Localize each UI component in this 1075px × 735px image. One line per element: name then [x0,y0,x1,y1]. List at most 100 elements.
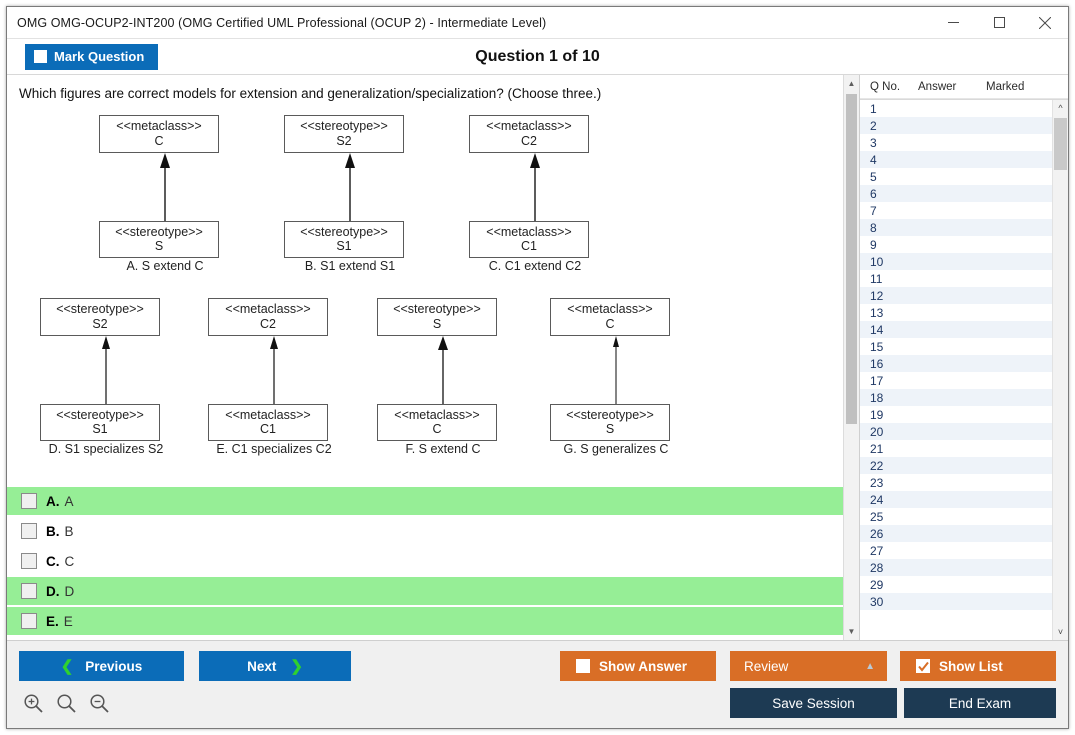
row-qno: 19 [870,407,884,422]
scroll-up-icon[interactable]: ▲ [844,75,859,92]
show-list-checkbox-icon[interactable] [916,659,930,673]
answer-options: A. A B. B C. C D. D E. E [7,483,859,635]
question-list-row[interactable]: 4 [860,151,1052,168]
next-button[interactable]: Next ❯ [199,651,351,681]
question-list-row[interactable]: 24 [860,491,1052,508]
row-qno: 9 [870,237,877,252]
question-list-row[interactable]: 10 [860,253,1052,270]
option-e[interactable]: E. E [7,607,859,635]
question-list-row[interactable]: 17 [860,372,1052,389]
show-answer-checkbox-icon[interactable] [576,659,590,673]
review-dropdown[interactable]: Review ▲ [730,651,887,681]
maximize-button[interactable] [976,7,1022,38]
figure-f-top-box: <<stereotype>> S [377,298,497,336]
figure-c-caption: C. C1 extend C2 [488,259,582,273]
next-label: Next [247,658,277,674]
end-exam-button[interactable]: End Exam [904,688,1056,718]
minimize-button[interactable] [930,7,976,38]
question-list-row[interactable]: 11 [860,270,1052,287]
question-list-row[interactable]: 22 [860,457,1052,474]
figure-row-1: <<metaclass>> C <<stereotype>> S A. S ex… [7,109,859,294]
question-list-row[interactable]: 2 [860,117,1052,134]
option-d[interactable]: D. D [7,577,859,605]
question-list-scroll-thumb[interactable] [1054,118,1067,170]
list-scroll-down-icon[interactable]: ˅ [1053,624,1068,640]
figure-g-bottom-name: S [605,422,615,437]
previous-button[interactable]: ❮ Previous [19,651,184,681]
row-qno: 15 [870,339,884,354]
figure-e: <<metaclass>> C2 <<metaclass>> C1 E. C1 … [208,298,340,456]
question-list-row[interactable]: 20 [860,423,1052,440]
question-list-row[interactable]: 18 [860,389,1052,406]
question-list-row[interactable]: 21 [860,440,1052,457]
figure-a-generalization-arrow [99,152,231,221]
question-list-row[interactable]: 16 [860,355,1052,372]
scroll-down-icon[interactable]: ▼ [844,623,859,640]
question-list-scrollbar[interactable]: ^ ˅ [1052,100,1068,640]
question-list-row[interactable]: 5 [860,168,1052,185]
option-b[interactable]: B. B [7,517,859,545]
question-list-row[interactable]: 27 [860,542,1052,559]
question-list-row[interactable]: 6 [860,185,1052,202]
question-list-row[interactable]: 19 [860,406,1052,423]
option-b-checkbox[interactable] [21,523,37,539]
row-qno: 13 [870,305,884,320]
show-answer-button[interactable]: Show Answer [560,651,716,681]
option-a-text: A [64,493,74,509]
question-list-row[interactable]: 12 [860,287,1052,304]
question-list-row[interactable]: 3 [860,134,1052,151]
figure-d-caption: D. S1 specializes S2 [48,442,164,456]
question-list-row[interactable]: 26 [860,525,1052,542]
figure-c-bottom-box: <<metaclass>> C1 [469,220,589,258]
question-list-row[interactable]: 14 [860,321,1052,338]
list-scroll-up-icon[interactable]: ^ [1053,100,1068,116]
option-d-checkbox[interactable] [21,583,37,599]
zoom-reset-icon[interactable] [56,693,77,719]
option-a[interactable]: A. A [7,487,859,515]
row-qno: 26 [870,526,884,541]
question-list-row[interactable]: 13 [860,304,1052,321]
close-icon [1039,16,1051,29]
mark-question-checkbox-icon[interactable] [34,50,47,63]
row-qno: 12 [870,288,884,303]
question-list-row[interactable]: 30 [860,593,1052,610]
figure-e-top-stereotype: <<metaclass>> [225,302,311,316]
question-list-row[interactable]: 28 [860,559,1052,576]
option-a-checkbox[interactable] [21,493,37,509]
question-list-row[interactable]: 15 [860,338,1052,355]
question-list-row[interactable]: 23 [860,474,1052,491]
figure-g-bottom-stereotype: <<stereotype>> [566,407,654,422]
question-list-row[interactable]: 29 [860,576,1052,593]
save-session-button[interactable]: Save Session [730,688,897,718]
end-exam-label: End Exam [948,695,1012,711]
question-list-row[interactable]: 1 [860,100,1052,117]
question-list-row[interactable]: 9 [860,236,1052,253]
row-qno: 11 [870,271,883,286]
figure-d-bottom-stereotype: <<stereotype>> [56,407,144,422]
figure-b: <<stereotype>> S2 <<stereotype>> S1 B. S… [284,115,416,273]
option-c[interactable]: C. C [7,547,859,575]
question-pane-scroll-thumb[interactable] [846,94,857,424]
option-c-checkbox[interactable] [21,553,37,569]
zoom-out-icon[interactable] [89,693,110,719]
close-button[interactable] [1022,7,1068,38]
mark-question-button[interactable]: Mark Question [25,43,159,70]
show-list-button[interactable]: Show List [900,651,1056,681]
figure-a-top-name: C [154,133,164,148]
figure-b-generalization-arrow [284,152,416,221]
figure-b-bottom-stereotype: <<stereotype>> [300,224,388,239]
column-header-qno: Q No. [870,80,901,93]
option-e-letter: E. [46,613,59,629]
question-list-row[interactable]: 7 [860,202,1052,219]
figure-a-top-stereotype: <<metaclass>> [116,119,202,133]
question-pane-scrollbar[interactable]: ▲ ▼ [843,75,859,640]
footer-toolbar: ❮ Previous Next ❯ Show Answer Review ▲ S… [7,640,1068,728]
zoom-in-icon[interactable] [23,693,44,719]
figure-c-bottom-name: C1 [521,239,537,254]
question-list-row[interactable]: 25 [860,508,1052,525]
figure-d-top-name: S2 [92,316,108,331]
option-e-checkbox[interactable] [21,613,37,629]
figure-g: <<metaclass>> C <<stereotype>> S G. S ge… [550,298,682,456]
figure-row-2: <<stereotype>> S2 <<stereotype>> S1 D. S… [7,294,859,479]
question-list-row[interactable]: 8 [860,219,1052,236]
